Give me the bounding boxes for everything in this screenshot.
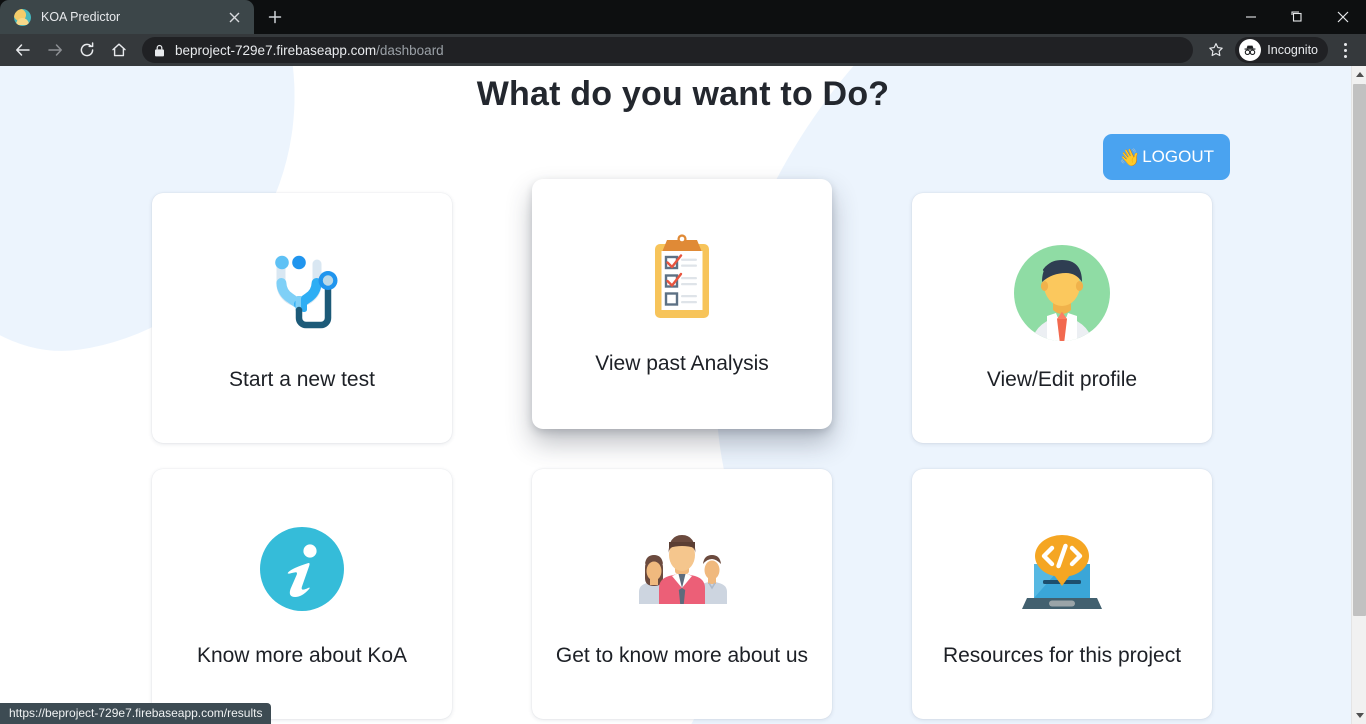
forward-arrow-icon[interactable] (40, 36, 70, 64)
maximize-icon[interactable] (1274, 0, 1320, 34)
card-view-edit-profile[interactable]: View/Edit profile (912, 193, 1212, 443)
window-close-icon[interactable] (1320, 0, 1366, 34)
user-avatar-icon (1007, 238, 1117, 348)
home-icon[interactable] (104, 36, 134, 64)
new-tab-button[interactable] (260, 2, 290, 32)
card-label: Know more about KoA (196, 643, 408, 667)
laptop-code-icon (1007, 514, 1117, 624)
card-label: View past Analysis (595, 351, 769, 375)
card-label: Resources for this project (942, 643, 1182, 667)
card-label: Start a new test (229, 367, 375, 391)
people-group-icon (627, 514, 737, 624)
incognito-label: Incognito (1267, 43, 1318, 57)
browser-window: KOA Predictor beproject-729e7.firebaseap… (0, 0, 1366, 724)
koa-favicon-icon (14, 8, 31, 26)
card-get-to-know-more-about-us[interactable]: Get to know more about us (532, 469, 832, 719)
card-know-more-about-koa[interactable]: Know more about KoA (152, 469, 452, 719)
logout-button[interactable]: 👋 LOGOUT (1103, 134, 1230, 180)
browser-toolbar: beproject-729e7.firebaseapp.com/dashboar… (0, 34, 1366, 66)
reload-icon[interactable] (72, 36, 102, 64)
card-resources-for-this-project[interactable]: Resources for this project (912, 469, 1212, 719)
minimize-icon[interactable] (1228, 0, 1274, 34)
card-label: View/Edit profile (986, 367, 1138, 391)
star-icon[interactable] (1203, 37, 1229, 63)
card-label: Get to know more about us (555, 643, 809, 667)
clipboard-checklist-icon (627, 226, 737, 336)
back-arrow-icon[interactable] (8, 36, 38, 64)
tab-close-icon[interactable] (224, 7, 244, 27)
page-title: What do you want to Do? (476, 75, 890, 113)
url-path: /dashboard (376, 42, 444, 58)
stethoscope-icon (247, 238, 357, 348)
card-view-past-analysis[interactable]: View past Analysis (532, 179, 832, 429)
dashboard-page: What do you want to Do? 👋 LOGOUT Start a… (0, 66, 1366, 724)
page-viewport: What do you want to Do? 👋 LOGOUT Start a… (0, 66, 1366, 724)
incognito-icon (1239, 39, 1262, 61)
url-domain: beproject-729e7.firebaseapp.com (175, 42, 377, 58)
browser-tab[interactable]: KOA Predictor (0, 0, 254, 34)
address-bar[interactable]: beproject-729e7.firebaseapp.com/dashboar… (142, 37, 1194, 63)
tab-title: KOA Predictor (41, 10, 121, 24)
status-bubble: https://beproject-729e7.firebaseapp.com/… (0, 703, 272, 724)
kebab-menu-icon[interactable] (1332, 36, 1358, 64)
url-text: beproject-729e7.firebaseapp.com/dashboar… (175, 43, 444, 58)
waving-hand-icon: 👋 (1119, 147, 1141, 167)
lock-icon (154, 44, 165, 57)
info-circle-icon (247, 514, 357, 624)
tab-strip: KOA Predictor (0, 0, 1366, 34)
window-controls (1228, 0, 1366, 34)
card-start-new-test[interactable]: Start a new test (152, 193, 452, 443)
scroll-down-arrow-icon[interactable] (1352, 707, 1366, 724)
incognito-indicator[interactable]: Incognito (1235, 37, 1328, 63)
action-card-grid: Start a new test View past Analysis View… (152, 179, 1214, 719)
logout-row: 👋 LOGOUT (0, 134, 1366, 180)
logout-label: LOGOUT (1142, 147, 1214, 166)
